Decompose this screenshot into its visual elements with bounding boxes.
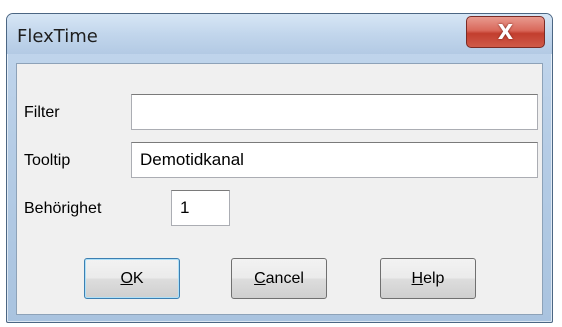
ok-button-label: OK <box>120 269 144 287</box>
dialog-body: Filter Tooltip Behörighet OK Cancel Help <box>16 63 543 315</box>
cancel-button-label: Cancel <box>254 269 304 287</box>
window-title: FlexTime <box>17 26 98 47</box>
filter-input[interactable] <box>131 94 538 130</box>
permission-label: Behörighet <box>24 200 102 217</box>
help-button-label: Help <box>411 269 445 287</box>
dialog-window: FlexTime X Filter Tooltip Behörighet OK … <box>6 13 553 323</box>
cancel-button[interactable]: Cancel <box>231 258 327 299</box>
help-button[interactable]: Help <box>380 258 476 299</box>
tooltip-label: Tooltip <box>24 152 71 169</box>
tooltip-input[interactable] <box>131 142 538 178</box>
close-icon: X <box>497 20 514 44</box>
title-bar[interactable]: FlexTime X <box>7 14 552 54</box>
ok-button[interactable]: OK <box>84 258 180 299</box>
permission-input[interactable] <box>171 190 230 226</box>
close-button[interactable]: X <box>466 16 545 48</box>
filter-label: Filter <box>24 104 60 121</box>
